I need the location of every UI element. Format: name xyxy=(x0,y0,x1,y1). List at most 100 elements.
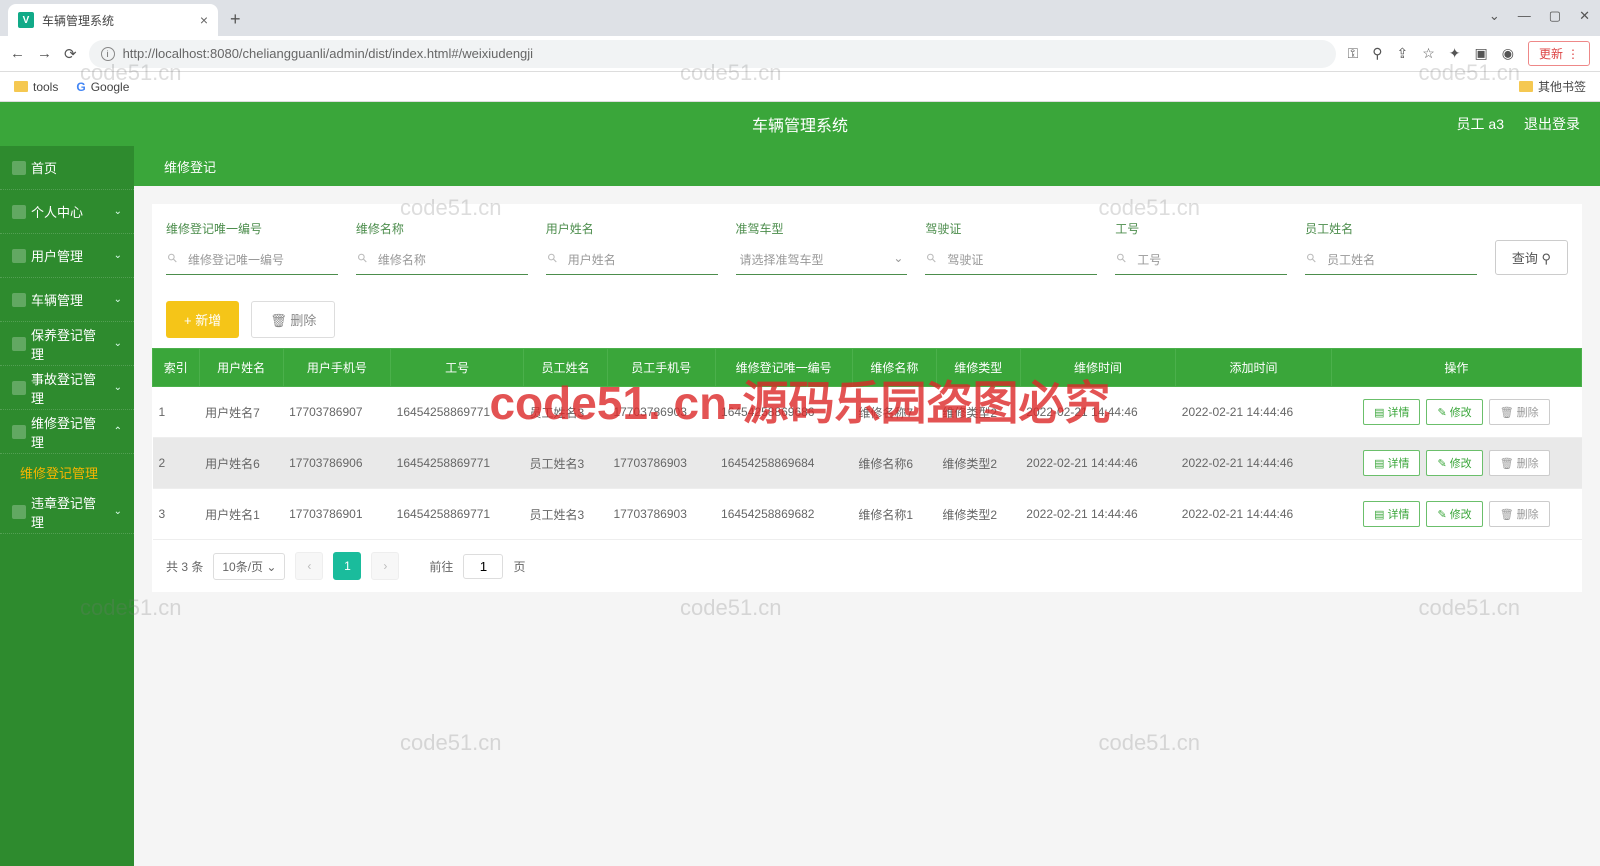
url-text: http://localhost:8080/cheliangguanli/adm… xyxy=(123,46,533,61)
row-delete-button[interactable]: 🗑删除 xyxy=(1489,399,1550,425)
profile-icon[interactable]: ◉ xyxy=(1502,45,1514,62)
table-cell: 维修名称1 xyxy=(852,489,936,540)
edit-button[interactable]: ✎修改 xyxy=(1426,399,1482,425)
detail-button[interactable]: ▤详情 xyxy=(1363,399,1420,425)
info-icon[interactable]: i xyxy=(101,47,115,61)
action-icon: ▤ xyxy=(1374,457,1384,470)
url-input[interactable]: i http://localhost:8080/cheliangguanli/a… xyxy=(89,40,1336,68)
table-row[interactable]: 3用户姓名11770378690116454258869771员工姓名31770… xyxy=(153,489,1582,540)
filter-input[interactable]: 维修名称 xyxy=(356,245,528,275)
sidebar-item[interactable]: 违章登记管理⌄ xyxy=(0,490,134,534)
new-tab-button[interactable]: + xyxy=(230,9,241,30)
sidebar-item[interactable]: 维修登记管理⌃ xyxy=(0,410,134,454)
chevron-icon: ⌄ xyxy=(114,294,122,305)
back-icon[interactable]: ← xyxy=(10,45,25,62)
filter-label: 准驾车型 xyxy=(736,220,908,237)
app-header: 车辆管理系统 员工 a3 退出登录 xyxy=(0,102,1600,146)
sidebar-item[interactable]: 首页 xyxy=(0,146,134,190)
minimize-icon[interactable]: — xyxy=(1518,8,1531,24)
chevron-icon: ⌄ xyxy=(114,338,122,349)
panel-icon[interactable]: ▣ xyxy=(1475,45,1488,62)
page-number-button[interactable]: 1 xyxy=(333,552,361,580)
row-delete-button[interactable]: 🗑删除 xyxy=(1489,501,1550,527)
browser-tab-strip: V 车辆管理系统 × + ⌄ — ▢ ✕ xyxy=(0,0,1600,36)
goto-input[interactable] xyxy=(463,554,503,579)
filter-input[interactable]: 维修登记唯一编号 xyxy=(166,245,338,275)
action-icon: 🗑 xyxy=(1500,406,1514,419)
table-cell: 用户姓名7 xyxy=(199,387,283,438)
action-icon: ▤ xyxy=(1374,406,1384,419)
table-row[interactable]: 2用户姓名61770378690616454258869771员工姓名31770… xyxy=(153,438,1582,489)
google-icon: G xyxy=(76,80,85,94)
filter-input[interactable]: 员工姓名 xyxy=(1305,245,1477,275)
extensions-icon[interactable]: ✦ xyxy=(1449,45,1461,62)
detail-button[interactable]: ▤详情 xyxy=(1363,501,1420,527)
sidebar-item-label: 维修登记管理 xyxy=(20,463,98,482)
table-cell: 2022-02-21 14:44:46 xyxy=(1020,489,1175,540)
user-label[interactable]: 员工 a3 xyxy=(1457,114,1504,134)
chevron-icon: ⌄ xyxy=(114,250,122,261)
next-page-button[interactable]: › xyxy=(371,552,399,580)
sidebar-item-label: 保养登记管理 xyxy=(31,325,109,363)
browser-tab[interactable]: V 车辆管理系统 × xyxy=(8,4,218,36)
sidebar-item[interactable]: 用户管理 ⌄ xyxy=(0,234,134,278)
filter-select[interactable]: 请选择准驾车型⌄ xyxy=(736,245,908,275)
filter-input[interactable]: 驾驶证 xyxy=(925,245,1097,275)
prev-page-button[interactable]: ‹ xyxy=(295,552,323,580)
sidebar-item[interactable]: 车辆管理⌄ xyxy=(0,278,134,322)
goto-label: 前往 xyxy=(429,558,453,575)
table-cell: 16454258869771 xyxy=(391,489,524,540)
sidebar-item[interactable]: 事故登记管理⌄ xyxy=(0,366,134,410)
table-cell: 17703786907 xyxy=(283,387,391,438)
filter-row: 维修登记唯一编号维修登记唯一编号维修名称维修名称用户姓名用户姓名准驾车型请选择准… xyxy=(152,204,1582,291)
chevron-icon: ⌄ xyxy=(114,506,122,517)
filter-label: 驾驶证 xyxy=(925,220,1097,237)
query-button[interactable]: 查询 ⚲ xyxy=(1495,240,1568,275)
table-header: 添加时间 xyxy=(1176,349,1331,387)
sidebar-item[interactable]: 维修登记管理 xyxy=(0,454,134,490)
close-icon[interactable]: × xyxy=(200,12,208,28)
filter-label: 工号 xyxy=(1115,220,1287,237)
logout-link[interactable]: 退出登录 xyxy=(1524,114,1580,134)
pager-total: 共 3 条 xyxy=(166,558,203,575)
table-cell: 2022-02-21 14:44:46 xyxy=(1020,387,1175,438)
chrome-menu-icon[interactable]: ⌄ xyxy=(1489,8,1500,24)
sidebar-item[interactable]: 保养登记管理 ⌄ xyxy=(0,322,134,366)
table-cell: 16454258869684 xyxy=(715,438,852,489)
search-engine-icon[interactable]: ⚲ xyxy=(1372,45,1382,62)
key-icon[interactable]: ⚿ xyxy=(1348,45,1359,62)
edit-button[interactable]: ✎修改 xyxy=(1426,501,1482,527)
share-icon[interactable]: ⇪ xyxy=(1397,45,1409,62)
filter-input[interactable]: 工号 xyxy=(1115,245,1287,275)
menu-icon xyxy=(12,337,26,351)
filter-input[interactable]: 用户姓名 xyxy=(546,245,718,275)
bookmark-google[interactable]: GGoogle xyxy=(76,80,129,94)
menu-icon xyxy=(12,249,26,263)
sidebar-item[interactable]: 个人中心⌄ xyxy=(0,190,134,234)
table-row[interactable]: 1用户姓名71770378690716454258869771员工姓名31770… xyxy=(153,387,1582,438)
row-delete-button[interactable]: 🗑删除 xyxy=(1489,450,1550,476)
address-bar: ← → ⟳ i http://localhost:8080/chelianggu… xyxy=(0,36,1600,72)
add-button[interactable]: + 新增 xyxy=(166,301,239,338)
table-cell: 16454258869771 xyxy=(391,438,524,489)
forward-icon[interactable]: → xyxy=(37,45,52,62)
table-cell: 维修名称7 xyxy=(852,387,936,438)
table-cell: 2022-02-21 14:44:46 xyxy=(1176,489,1331,540)
table-cell: 2022-02-21 14:44:46 xyxy=(1020,438,1175,489)
reload-icon[interactable]: ⟳ xyxy=(64,45,77,63)
table-cell: 17703786903 xyxy=(607,489,715,540)
update-button[interactable]: 更新⋮ xyxy=(1528,41,1590,66)
maximize-icon[interactable]: ▢ xyxy=(1549,8,1561,24)
page-size-select[interactable]: 10条/页 ⌄ xyxy=(213,553,285,580)
bookmark-tools[interactable]: tools xyxy=(14,80,58,94)
chevron-icon: ⌄ xyxy=(114,382,122,393)
bookmark-other[interactable]: 其他书签 xyxy=(1519,78,1586,95)
close-window-icon[interactable]: ✕ xyxy=(1579,8,1590,24)
vue-icon: V xyxy=(18,12,34,28)
action-icon: ✎ xyxy=(1437,508,1446,521)
detail-button[interactable]: ▤详情 xyxy=(1363,450,1420,476)
delete-button[interactable]: 🗑 删除 xyxy=(251,301,335,338)
edit-button[interactable]: ✎修改 xyxy=(1426,450,1482,476)
star-icon[interactable]: ☆ xyxy=(1422,45,1435,62)
sidebar-item-label: 用户管理 xyxy=(31,246,83,265)
